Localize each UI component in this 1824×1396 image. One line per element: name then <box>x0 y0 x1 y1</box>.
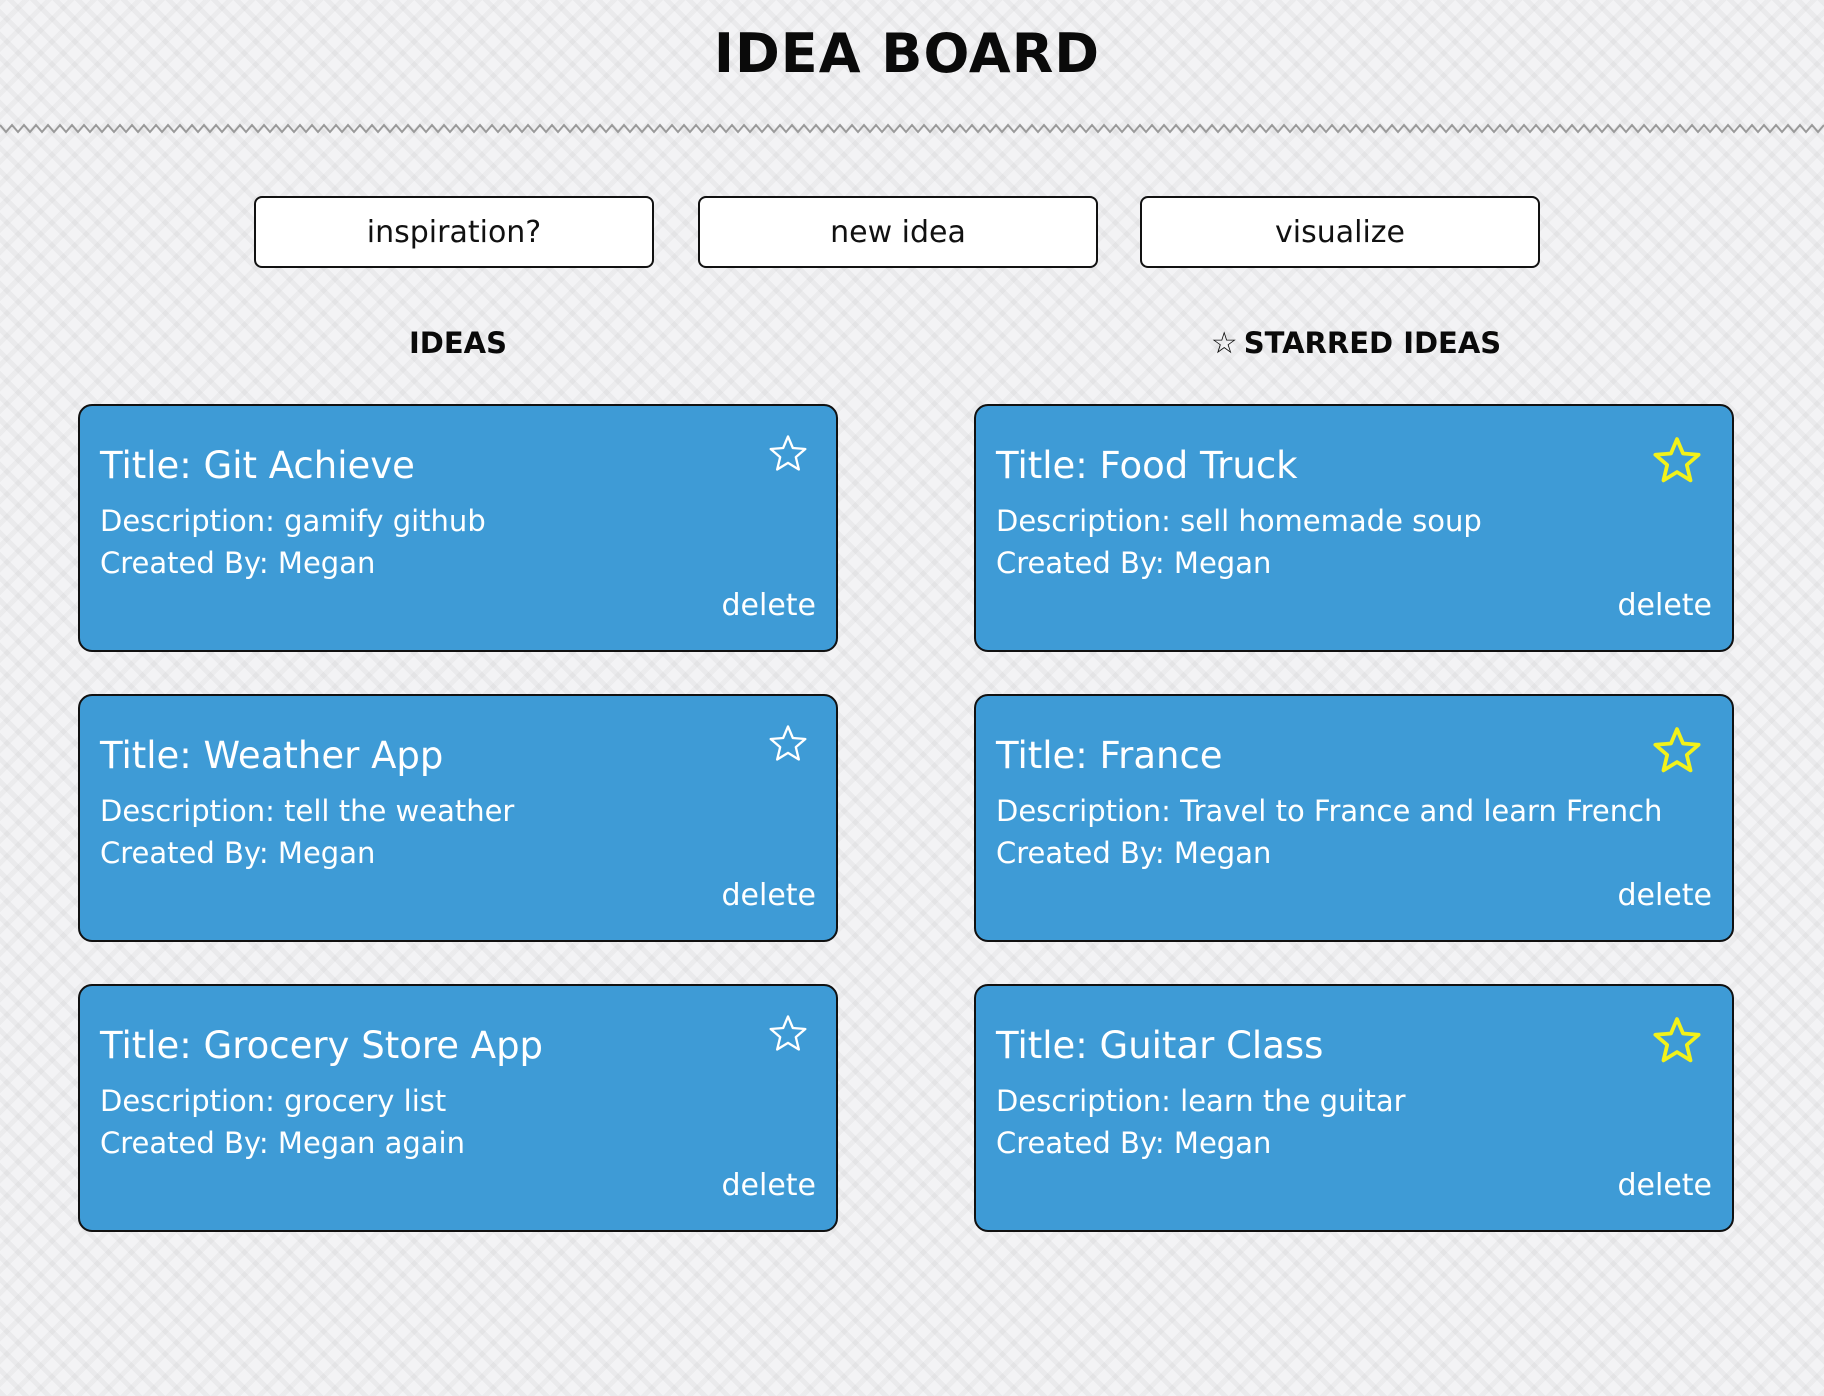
page-title: IDEA BOARD <box>713 22 1101 85</box>
star-filled-icon[interactable] <box>1652 436 1702 486</box>
starred-idea-card: Title: France Description: Travel to Fra… <box>974 694 1734 942</box>
starred-idea-card: Title: Food Truck Description: sell home… <box>974 404 1734 652</box>
zigzag-divider <box>0 123 1824 134</box>
idea-card: Title: Git Achieve Description: gamify g… <box>78 404 838 652</box>
idea-description: Description: Travel to France and learn … <box>996 794 1663 828</box>
idea-description: Description: sell homemade soup <box>996 504 1482 538</box>
idea-card: Title: Grocery Store App Description: gr… <box>78 984 838 1232</box>
ideas-heading: IDEAS <box>78 326 838 360</box>
ideas-heading-label: IDEAS <box>408 326 507 360</box>
idea-description: Description: gamify github <box>100 504 486 538</box>
star-icon[interactable] <box>768 724 808 764</box>
inspiration-button[interactable]: inspiration? <box>254 196 654 268</box>
delete-button[interactable]: delete <box>1617 1168 1712 1203</box>
idea-card: Title: Weather App Description: tell the… <box>78 694 838 942</box>
star-filled-icon[interactable] <box>1652 726 1702 776</box>
delete-button[interactable]: delete <box>1617 878 1712 913</box>
idea-title: Title: Grocery Store App <box>100 1024 544 1067</box>
delete-button[interactable]: delete <box>721 878 816 913</box>
idea-title: Title: Git Achieve <box>100 444 415 487</box>
idea-author: Created By: Megan <box>996 1126 1272 1160</box>
idea-title: Title: Food Truck <box>996 444 1298 487</box>
star-icon[interactable] <box>768 1014 808 1054</box>
toolbar: inspiration? new idea visualize <box>0 196 1824 272</box>
idea-author: Created By: Megan <box>996 546 1272 580</box>
delete-button[interactable]: delete <box>721 1168 816 1203</box>
idea-author: Created By: Megan <box>100 546 376 580</box>
star-icon[interactable] <box>768 434 808 474</box>
star-icon: ☆ <box>1210 326 1238 361</box>
visualize-button[interactable]: visualize <box>1140 196 1540 268</box>
delete-button[interactable]: delete <box>721 588 816 623</box>
idea-title: Title: France <box>996 734 1223 777</box>
star-filled-icon[interactable] <box>1652 1016 1702 1066</box>
idea-author: Created By: Megan <box>996 836 1272 870</box>
page-header: IDEA BOARD <box>0 0 1824 140</box>
idea-description: Description: grocery list <box>100 1084 447 1118</box>
delete-button[interactable]: delete <box>1617 588 1712 623</box>
idea-author: Created By: Megan again <box>100 1126 465 1160</box>
idea-title: Title: Weather App <box>100 734 444 777</box>
starred-ideas-heading-label: STARRED IDEAS <box>1243 326 1502 360</box>
idea-title: Title: Guitar Class <box>996 1024 1324 1067</box>
idea-author: Created By: Megan <box>100 836 376 870</box>
idea-description: Description: tell the weather <box>100 794 515 828</box>
starred-ideas-heading: ☆ STARRED IDEAS <box>976 326 1736 361</box>
idea-description: Description: learn the guitar <box>996 1084 1406 1118</box>
starred-idea-card: Title: Guitar Class Description: learn t… <box>974 984 1734 1232</box>
new-idea-button[interactable]: new idea <box>698 196 1098 268</box>
